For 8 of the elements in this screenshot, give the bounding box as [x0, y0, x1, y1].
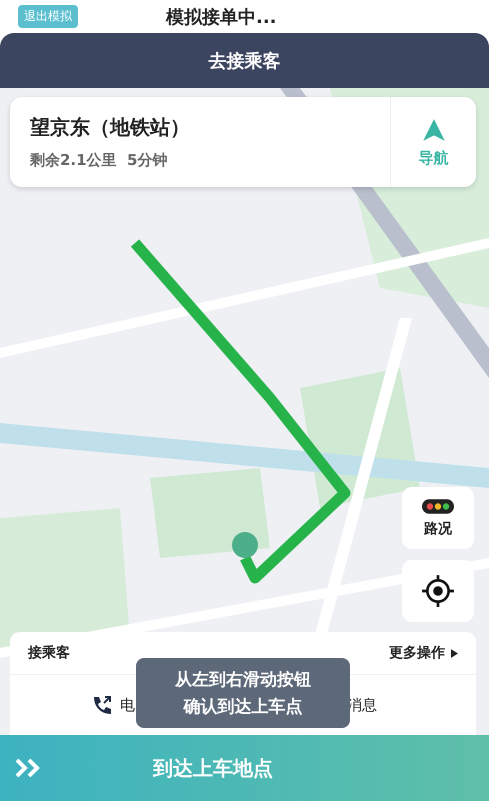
- slide-label: 到达上车地点: [153, 754, 273, 782]
- header-title: 去接乘客: [208, 50, 280, 72]
- page-title: 模拟接单中...: [166, 6, 277, 28]
- remaining-distance-time: 剩余2.1公里 5分钟: [30, 151, 168, 170]
- panel-title: 接乘客: [28, 644, 70, 662]
- tooltip-text: 从左到右滑动按钮: [175, 669, 311, 691]
- destination-name: 望京东（地铁站）: [30, 114, 191, 141]
- tooltip-text: 确认到达上车点: [184, 696, 302, 718]
